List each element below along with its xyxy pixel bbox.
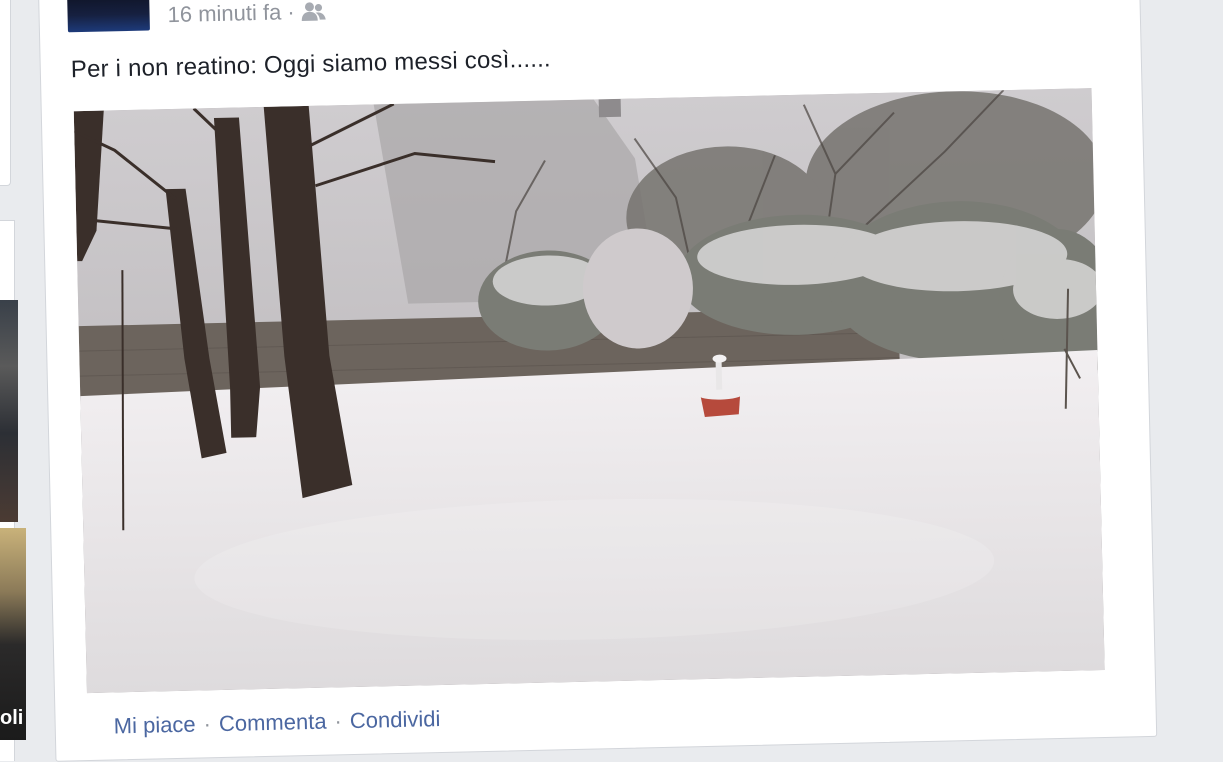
post-photo[interactable] — [73, 88, 1105, 694]
post-actions: Mi piace · Commenta · Condividi — [113, 706, 440, 739]
share-link[interactable]: Condividi — [350, 706, 441, 734]
comment-link[interactable]: Commenta — [219, 709, 327, 737]
post-meta: 16 minuti fa · — [167, 0, 327, 28]
sidebar-thumbnail[interactable]: oli — [0, 528, 26, 740]
meta-separator: · — [287, 0, 295, 25]
like-link[interactable]: Mi piace — [113, 712, 195, 740]
action-separator: · — [334, 708, 343, 734]
left-column: oli — [0, 0, 34, 761]
sidebar-thumbnail[interactable] — [0, 300, 18, 522]
post-card: 16 minuti fa · Per i non reatino: Oggi s… — [38, 0, 1158, 762]
avatar[interactable] — [67, 0, 150, 33]
post-text: Per i non reatino: Oggi siamo messi così… — [70, 45, 552, 84]
action-separator: · — [203, 711, 212, 737]
left-card — [0, 0, 11, 186]
post-timestamp[interactable]: 16 minuti fa — [167, 0, 281, 28]
friends-icon[interactable] — [300, 0, 326, 23]
snow-garden-photo — [73, 88, 1105, 694]
sidebar-thumbnail-text: oli — [0, 707, 24, 729]
